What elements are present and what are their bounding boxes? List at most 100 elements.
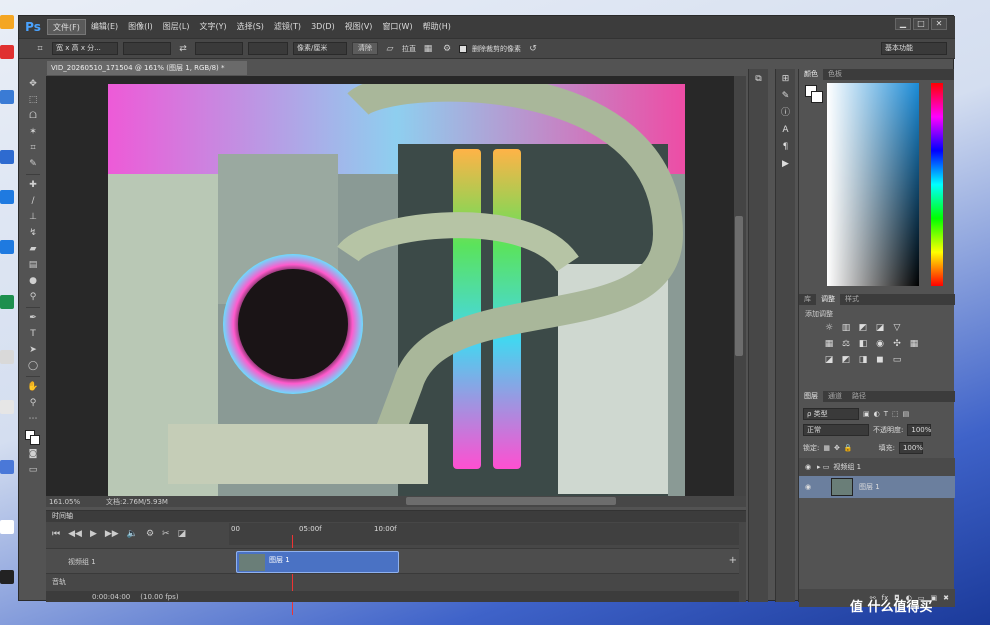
video-clip[interactable]: 图层 1 xyxy=(236,551,399,573)
blur-tool-icon[interactable]: ● xyxy=(26,274,40,288)
playhead[interactable] xyxy=(292,535,293,615)
desktop-icon[interactable] xyxy=(0,400,14,414)
tab-adjustments[interactable]: 调整 xyxy=(816,294,840,305)
properties-icon[interactable]: ⊞ xyxy=(779,72,793,86)
channel-mixer-icon[interactable]: ✣ xyxy=(891,339,903,350)
invert-icon[interactable]: ◪ xyxy=(823,355,835,366)
type-tool-icon[interactable]: T xyxy=(26,327,40,341)
minimize-button[interactable]: ▁ xyxy=(895,18,911,30)
menu-file[interactable]: 文件(F) xyxy=(47,19,86,35)
horizontal-scrollbar-thumb[interactable] xyxy=(406,497,616,505)
color-lookup-icon[interactable]: ▦ xyxy=(908,339,920,350)
maximize-button[interactable]: □ xyxy=(913,18,929,30)
crop-icon[interactable]: ⌗ xyxy=(33,42,47,56)
gradient-tool-icon[interactable]: ▤ xyxy=(26,258,40,272)
add-media-icon[interactable]: + xyxy=(729,555,737,566)
tab-layers[interactable]: 图层 xyxy=(799,391,823,402)
straighten-label[interactable]: 拉直 xyxy=(402,44,416,54)
color-swatches[interactable] xyxy=(25,430,41,446)
tab-channels[interactable]: 通道 xyxy=(823,391,847,402)
first-frame-icon[interactable]: ⏮ xyxy=(52,529,60,539)
posterize-icon[interactable]: ◩ xyxy=(840,355,852,366)
desktop-icon[interactable] xyxy=(0,150,14,164)
opacity-input[interactable]: 100% xyxy=(907,424,931,436)
eyedropper-icon[interactable]: ✎ xyxy=(26,157,40,171)
straighten-icon[interactable]: ▱ xyxy=(383,42,397,56)
lock-pixels-icon[interactable]: ▦ xyxy=(823,444,830,452)
delete-cropped-checkbox[interactable] xyxy=(459,44,467,53)
history-icon[interactable]: ⧉ xyxy=(752,72,766,86)
eraser-icon[interactable]: ▰ xyxy=(26,242,40,256)
pen-tool-icon[interactable]: ✒ xyxy=(26,311,40,325)
brush-panel-icon[interactable]: ✎ xyxy=(779,89,793,103)
track-group-label[interactable]: 视频组 1 xyxy=(68,557,96,567)
audio-track-label[interactable]: 音轨 xyxy=(52,578,66,586)
desktop-icon[interactable] xyxy=(0,570,14,584)
audio-icon[interactable]: 🔈 xyxy=(127,529,138,539)
color-picker-field[interactable] xyxy=(827,83,919,286)
hue-sat-icon[interactable]: ▦ xyxy=(823,339,835,350)
curves-icon[interactable]: ◩ xyxy=(857,323,869,334)
transition-icon[interactable]: ◪ xyxy=(178,529,187,539)
menu-view[interactable]: 视图(V) xyxy=(340,19,378,35)
blend-mode-select[interactable]: 正常 xyxy=(803,424,869,436)
split-icon[interactable]: ✂ xyxy=(162,529,170,539)
photo-filter-icon[interactable]: ◉ xyxy=(874,339,886,350)
height-input[interactable] xyxy=(195,42,243,55)
selective-color-icon[interactable]: ◼ xyxy=(874,355,886,366)
desktop-icon[interactable] xyxy=(0,15,14,29)
magic-wand-icon[interactable]: ✶ xyxy=(26,125,40,139)
quick-mask-icon[interactable]: ◙ xyxy=(26,447,40,461)
exposure-icon[interactable]: ◪ xyxy=(874,323,886,334)
vibrance-icon[interactable]: ▽ xyxy=(891,323,903,334)
tab-libraries[interactable]: 库 xyxy=(799,294,816,305)
reset-icon[interactable]: ↺ xyxy=(526,42,540,56)
tab-styles[interactable]: 样式 xyxy=(840,294,864,305)
resolution-input[interactable] xyxy=(248,42,288,55)
crop-tool-icon[interactable]: ⌗ xyxy=(26,141,40,155)
swap-icon[interactable]: ⇄ xyxy=(176,42,190,56)
layer-group-row[interactable]: ◉ ▸ ▭ 视频组 1 xyxy=(799,458,955,476)
gradient-map-icon[interactable]: ▭ xyxy=(891,355,903,366)
prev-frame-icon[interactable]: ◀◀ xyxy=(68,529,82,539)
menu-window[interactable]: 窗口(W) xyxy=(377,19,417,35)
workspace-select[interactable]: 基本功能 xyxy=(881,42,947,55)
bg-swatch[interactable] xyxy=(811,91,823,103)
document-tab[interactable]: VID_20260510_171504 @ 161% (图层 1, RGB/8)… xyxy=(47,61,247,75)
color-balance-icon[interactable]: ⚖ xyxy=(840,339,852,350)
hand-tool-icon[interactable]: ✋ xyxy=(26,380,40,394)
info-icon[interactable]: ⓘ xyxy=(779,106,793,120)
history-brush-icon[interactable]: ↯ xyxy=(26,226,40,240)
menu-image[interactable]: 图像(I) xyxy=(123,19,158,35)
bw-icon[interactable]: ◧ xyxy=(857,339,869,350)
background-color[interactable] xyxy=(30,435,40,445)
width-input[interactable] xyxy=(123,42,171,55)
desktop-icon[interactable] xyxy=(0,520,14,534)
timeline-ruler[interactable]: 00 05:00f 10:00f xyxy=(229,523,739,615)
levels-icon[interactable]: ▥ xyxy=(840,323,852,334)
menu-layer[interactable]: 图层(L) xyxy=(158,19,195,35)
tab-color[interactable]: 颜色 xyxy=(799,69,823,80)
menu-select[interactable]: 选择(S) xyxy=(232,19,269,35)
clear-button[interactable]: 清除 xyxy=(352,42,378,55)
filter-type-icon[interactable]: T xyxy=(884,410,888,418)
move-tool-icon[interactable]: ✥ xyxy=(26,77,40,91)
lock-position-icon[interactable]: ✥ xyxy=(834,444,840,452)
filter-adjust-icon[interactable]: ◐ xyxy=(874,410,880,418)
ratio-select[interactable]: 宽 x 高 x 分... xyxy=(52,42,118,55)
desktop-icon[interactable] xyxy=(0,295,14,309)
path-select-icon[interactable]: ➤ xyxy=(26,343,40,357)
tab-paths[interactable]: 路径 xyxy=(847,391,871,402)
visibility-eye-icon[interactable]: ◉ xyxy=(799,463,817,471)
desktop-icon[interactable] xyxy=(0,240,14,254)
lock-all-icon[interactable]: 🔒 xyxy=(844,444,853,452)
clone-stamp-icon[interactable]: ⊥ xyxy=(26,210,40,224)
play-icon[interactable]: ▶ xyxy=(90,529,97,539)
tab-swatches[interactable]: 色板 xyxy=(823,69,847,80)
layer-row-selected[interactable]: ◉ 图层 1 xyxy=(799,476,955,498)
zoom-tool-icon[interactable]: ⚲ xyxy=(26,396,40,410)
unit-select[interactable]: 像素/厘米 xyxy=(293,42,347,55)
menu-type[interactable]: 文字(Y) xyxy=(194,19,231,35)
desktop-icon[interactable] xyxy=(0,45,14,59)
extra-tools-icon[interactable]: ⋯ xyxy=(26,412,40,426)
